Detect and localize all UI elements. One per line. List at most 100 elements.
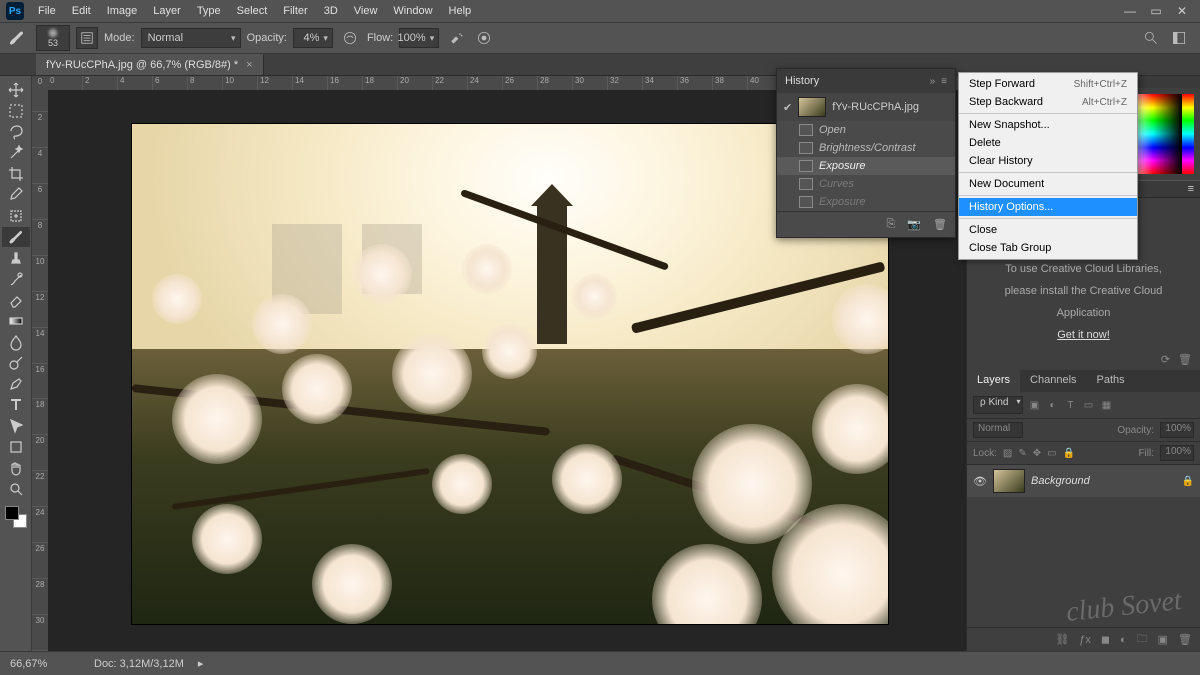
adjustment-icon[interactable]: ◐ [1120, 634, 1127, 646]
new-layer-icon[interactable]: ▣ [1158, 633, 1168, 646]
eyedropper-tool[interactable] [2, 185, 30, 205]
layer-name[interactable]: Background [1031, 475, 1176, 487]
lock-position-icon[interactable]: ✥ [1033, 448, 1041, 459]
context-menu-item[interactable]: Step BackwardAlt+Ctrl+Z [959, 93, 1137, 111]
mask-icon[interactable]: ◼ [1101, 633, 1110, 646]
context-menu-item[interactable]: History Options... [959, 198, 1137, 216]
visibility-icon[interactable]: 👁 [973, 475, 987, 488]
context-menu-item[interactable]: Delete [959, 134, 1137, 152]
brush-tool[interactable] [2, 227, 30, 247]
link-layers-icon[interactable]: ⛓ [1055, 633, 1069, 646]
menu-edit[interactable]: Edit [64, 2, 99, 20]
lock-artboard-icon[interactable]: ▭ [1047, 448, 1056, 459]
layer-row-background[interactable]: 👁 Background 🔒 [967, 465, 1200, 497]
tab-channels[interactable]: Channels [1020, 370, 1086, 392]
pressure-opacity-icon[interactable] [339, 27, 361, 49]
minimize-button[interactable]: — [1122, 4, 1138, 18]
maximize-button[interactable]: ▭ [1148, 4, 1164, 18]
document-canvas[interactable] [132, 124, 888, 624]
tab-paths[interactable]: Paths [1087, 370, 1135, 392]
history-menu-icon[interactable]: ≡ [941, 76, 947, 87]
blur-tool[interactable] [2, 332, 30, 352]
libs-trash-icon[interactable]: 🗑 [1178, 353, 1192, 366]
workspace-switcher-icon[interactable] [1168, 27, 1190, 49]
context-menu-item[interactable]: New Document [959, 175, 1137, 193]
menu-window[interactable]: Window [385, 2, 440, 20]
context-menu-item[interactable]: Clear History [959, 152, 1137, 170]
layer-opacity-value[interactable]: 100% [1160, 422, 1194, 438]
context-menu-item[interactable]: Close Tab Group [959, 239, 1137, 257]
gradient-tool[interactable] [2, 311, 30, 331]
new-doc-from-state-icon[interactable]: ⎘ [887, 218, 896, 231]
history-state[interactable]: Brightness/Contrast [777, 139, 955, 157]
lock-paint-icon[interactable]: ✎ [1018, 448, 1026, 459]
menu-help[interactable]: Help [441, 2, 480, 20]
menu-select[interactable]: Select [229, 2, 276, 20]
blend-mode-dropdown[interactable]: Normal [141, 28, 241, 48]
menu-layer[interactable]: Layer [145, 2, 189, 20]
move-tool[interactable] [2, 80, 30, 100]
eraser-tool[interactable] [2, 290, 30, 310]
status-chevron-icon[interactable]: ▸ [198, 657, 204, 670]
search-icon[interactable] [1140, 27, 1162, 49]
stamp-tool[interactable] [2, 248, 30, 268]
history-brush-tool[interactable] [2, 269, 30, 289]
close-button[interactable]: ✕ [1174, 4, 1190, 18]
pen-tool[interactable] [2, 374, 30, 394]
marquee-tool[interactable] [2, 101, 30, 121]
new-snapshot-icon[interactable]: 📷 [907, 218, 921, 231]
type-tool[interactable] [2, 395, 30, 415]
filter-type-icon[interactable]: T [1063, 398, 1077, 412]
fx-icon[interactable]: ƒx [1079, 634, 1091, 646]
context-menu-item[interactable]: Step ForwardShift+Ctrl+Z [959, 75, 1137, 93]
menu-type[interactable]: Type [189, 2, 229, 20]
brush-preset-picker[interactable]: 53 [36, 25, 70, 51]
filter-shape-icon[interactable]: ▭ [1081, 398, 1095, 412]
context-menu-item[interactable]: New Snapshot... [959, 116, 1137, 134]
close-tab-icon[interactable]: × [246, 59, 252, 71]
history-state[interactable]: Curves [777, 175, 955, 193]
group-icon[interactable]: 🗀 [1137, 630, 1148, 649]
shape-tool[interactable] [2, 437, 30, 457]
libs-sync-icon[interactable]: ⟳ [1161, 353, 1170, 366]
pressure-size-icon[interactable] [473, 27, 495, 49]
patch-tool[interactable] [2, 206, 30, 226]
list-icon[interactable]: ≡ [1188, 183, 1194, 195]
brush-panel-toggle[interactable] [76, 27, 98, 49]
history-state[interactable]: Open [777, 121, 955, 139]
libraries-get-link[interactable]: Get it now! [1057, 329, 1110, 341]
zoom-tool[interactable] [2, 479, 30, 499]
history-state[interactable]: Exposure [777, 157, 955, 175]
color-swatches[interactable] [5, 506, 27, 528]
history-brush-indicator-icon[interactable]: ✔ [783, 101, 792, 114]
menu-file[interactable]: File [30, 2, 64, 20]
layer-filter-kind[interactable]: ρ Kind [973, 396, 1023, 414]
doc-size[interactable]: Doc: 3,12M/3,12M [94, 658, 184, 670]
menu-filter[interactable]: Filter [275, 2, 315, 20]
document-tab[interactable]: fYv-RUcCPhA.jpg @ 66,7% (RGB/8#) * × [36, 54, 264, 75]
dodge-tool[interactable] [2, 353, 30, 373]
layer-thumbnail[interactable] [993, 469, 1025, 493]
crop-tool[interactable] [2, 164, 30, 184]
hand-tool[interactable] [2, 458, 30, 478]
menu-view[interactable]: View [346, 2, 386, 20]
opacity-field[interactable]: 4% [293, 28, 333, 48]
filter-pixel-icon[interactable]: ▣ [1027, 398, 1041, 412]
history-snapshot-row[interactable]: ✔ fYv-RUcCPhA.jpg [777, 93, 955, 121]
menu-image[interactable]: Image [99, 2, 146, 20]
lock-all-icon[interactable]: 🔒 [1063, 448, 1075, 459]
snapshot-thumbnail[interactable] [798, 97, 826, 117]
lasso-tool[interactable] [2, 122, 30, 142]
magic-wand-tool[interactable] [2, 143, 30, 163]
zoom-value[interactable]: 66,67% [10, 658, 80, 670]
delete-state-icon[interactable]: 🗑 [933, 218, 947, 231]
lock-transparent-icon[interactable]: ▨ [1003, 448, 1012, 459]
menu-3d[interactable]: 3D [316, 2, 346, 20]
history-state[interactable]: Exposure [777, 193, 955, 211]
flow-field[interactable]: 100% [399, 28, 439, 48]
history-collapse-icon[interactable]: » [930, 76, 936, 87]
context-menu-item[interactable]: Close [959, 221, 1137, 239]
airbrush-icon[interactable] [445, 27, 467, 49]
filter-smart-icon[interactable]: ▦ [1099, 398, 1113, 412]
history-tab-label[interactable]: History [785, 75, 819, 87]
